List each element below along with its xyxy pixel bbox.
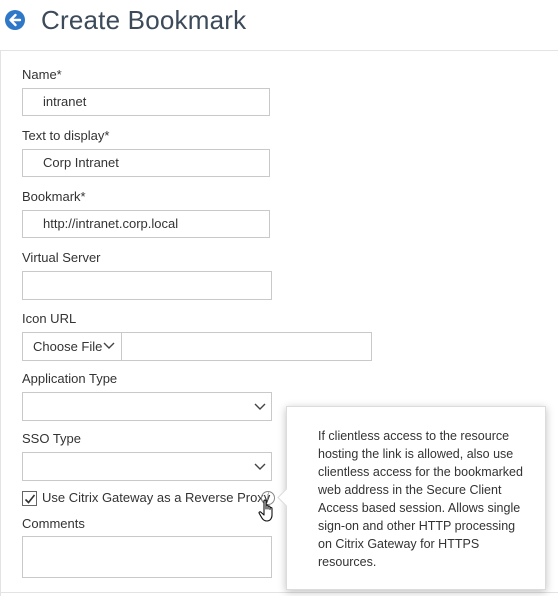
checkmark-icon	[24, 494, 36, 504]
chevron-down-icon	[103, 342, 115, 349]
reverse-proxy-checkbox[interactable]	[22, 491, 37, 506]
name-field[interactable]: intranet	[22, 88, 270, 116]
virtual-server-label: Virtual Server	[22, 250, 101, 265]
icon-url-label: Icon URL	[22, 311, 77, 326]
virtual-server-field[interactable]	[22, 271, 272, 300]
tooltip-text: If clientless access to the resource hos…	[318, 429, 523, 569]
comments-label: Comments	[22, 516, 85, 531]
text-to-display-label: Text to display*	[22, 128, 110, 143]
bookmark-url-field[interactable]: http://intranet.corp.local	[22, 210, 270, 238]
application-type-label: Application Type	[22, 371, 118, 386]
page-title: Create Bookmark	[41, 5, 247, 35]
back-button[interactable]	[5, 10, 25, 30]
bottom-divider	[0, 592, 558, 593]
chevron-down-icon	[254, 463, 266, 470]
name-label: Name*	[22, 67, 62, 82]
choose-file-label: Choose File	[33, 339, 103, 354]
arrow-left-icon	[9, 13, 22, 27]
choose-file-button[interactable]: Choose File	[22, 332, 122, 361]
comments-field[interactable]	[22, 536, 272, 578]
form-border	[0, 51, 1, 596]
header-divider	[0, 50, 558, 51]
chevron-down-icon	[254, 403, 266, 410]
text-to-display-field[interactable]: Corp Intranet	[22, 149, 270, 177]
info-tooltip: If clientless access to the resource hos…	[286, 406, 546, 590]
reverse-proxy-label[interactable]: Use Citrix Gateway as a Reverse Proxy	[42, 490, 270, 506]
application-type-select[interactable]	[22, 392, 272, 421]
icon-url-field[interactable]	[121, 332, 372, 361]
sso-type-label: SSO Type	[22, 431, 82, 446]
bookmark-label: Bookmark*	[22, 189, 86, 204]
hand-cursor-icon	[258, 499, 273, 522]
sso-type-select[interactable]	[22, 452, 272, 481]
page-header: Create Bookmark	[0, 0, 558, 46]
